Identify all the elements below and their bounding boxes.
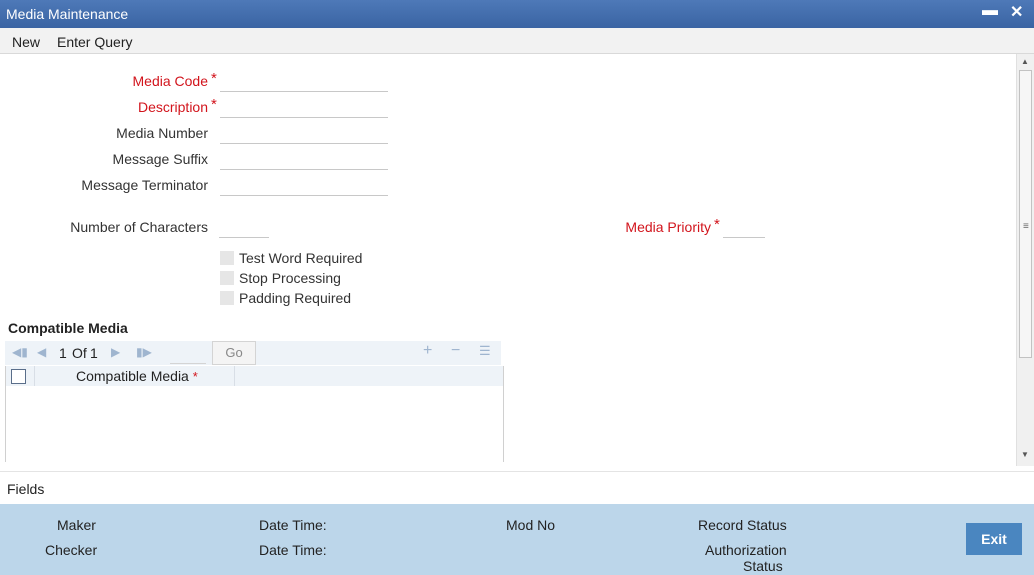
stop-processing-checkbox[interactable] — [220, 271, 234, 285]
audit-footer: Maker Checker Date Time: Date Time: Mod … — [0, 504, 1034, 575]
total-pages: 1 — [90, 345, 98, 361]
media-number-field[interactable] — [220, 122, 388, 144]
required-marker: * — [211, 70, 217, 87]
first-page-icon[interactable]: ◀▮ — [12, 345, 28, 359]
padding-required-checkbox[interactable] — [220, 291, 234, 305]
media-code-field[interactable] — [220, 70, 388, 92]
single-view-icon[interactable]: ☰ — [479, 343, 491, 359]
message-suffix-field[interactable] — [220, 148, 388, 170]
column-divider — [234, 366, 235, 386]
scroll-down-icon[interactable]: ▼ — [1021, 450, 1029, 459]
media-number-label: Media Number — [116, 125, 208, 141]
vertical-scrollbar[interactable]: ▲ ≡ ▼ — [1016, 54, 1034, 466]
maker-label: Maker — [57, 517, 96, 533]
fields-link[interactable]: Fields — [7, 481, 44, 497]
add-row-icon[interactable]: + — [423, 342, 432, 360]
compatible-media-section-title: Compatible Media — [8, 320, 128, 336]
delete-row-icon[interactable]: − — [451, 342, 460, 360]
required-marker: * — [714, 216, 720, 233]
page-of-label: Of — [72, 345, 87, 361]
required-marker: * — [211, 96, 217, 113]
compatible-media-grid: Compatible Media * — [5, 366, 504, 462]
page-number-input[interactable] — [170, 342, 206, 364]
description-label: Description — [137, 99, 208, 115]
scrollbar-grip-icon: ≡ — [1023, 221, 1029, 232]
minimize-icon[interactable]: ▬ — [982, 2, 998, 20]
test-word-required-checkbox[interactable] — [220, 251, 234, 265]
toolbar: New Enter Query — [0, 28, 1034, 54]
message-suffix-label: Message Suffix — [112, 151, 208, 167]
window-title: Media Maintenance — [6, 6, 129, 22]
media-code-label: Media Code — [132, 73, 209, 89]
previous-page-icon[interactable]: ◀ — [37, 345, 46, 359]
grid-header: Compatible Media * — [6, 366, 503, 386]
scrollbar-thumb[interactable]: ≡ — [1019, 70, 1032, 358]
checker-label: Checker — [45, 542, 98, 558]
required-marker: * — [192, 369, 198, 384]
authorization-label: Authorization — [705, 542, 787, 558]
media-priority-label: Media Priority — [625, 219, 711, 235]
record-status-label: Record Status — [698, 517, 787, 533]
number-of-characters-label: Number of Characters — [70, 219, 208, 235]
current-page: 1 — [59, 345, 67, 361]
stop-processing-label: Stop Processing — [239, 270, 341, 286]
column-divider — [34, 366, 35, 386]
mod-no-label: Mod No — [506, 517, 556, 533]
go-button[interactable]: Go — [212, 341, 256, 365]
number-of-characters-field[interactable] — [219, 216, 269, 238]
compatible-media-column-header[interactable]: Compatible Media * — [76, 368, 198, 384]
enter-query-button[interactable]: Enter Query — [57, 34, 132, 50]
scroll-up-icon[interactable]: ▲ — [1021, 57, 1029, 66]
maker-date-time-label: Date Time: — [259, 517, 327, 533]
description-field[interactable] — [220, 96, 388, 118]
compatible-media-column-label: Compatible Media — [76, 368, 189, 384]
exit-button[interactable]: Exit — [966, 523, 1022, 555]
select-all-checkbox[interactable] — [11, 369, 26, 384]
form-content: Media Code * Description * Media Number … — [0, 54, 1016, 466]
last-page-icon[interactable]: ▮▶ — [136, 345, 152, 359]
message-terminator-field[interactable] — [220, 174, 388, 196]
message-terminator-label: Message Terminator — [81, 177, 208, 193]
window-title-bar: Media Maintenance ▬ ✕ — [0, 0, 1034, 28]
test-word-required-label: Test Word Required — [239, 250, 363, 266]
padding-required-label: Padding Required — [239, 290, 352, 306]
next-page-icon[interactable]: ▶ — [111, 345, 120, 359]
fields-bar: Fields — [0, 471, 1034, 504]
close-icon[interactable]: ✕ — [1010, 2, 1023, 22]
new-button[interactable]: New — [12, 34, 40, 50]
authorization-status-label: Status — [743, 558, 783, 574]
checker-date-time-label: Date Time: — [259, 542, 327, 558]
media-priority-field[interactable] — [723, 216, 765, 238]
